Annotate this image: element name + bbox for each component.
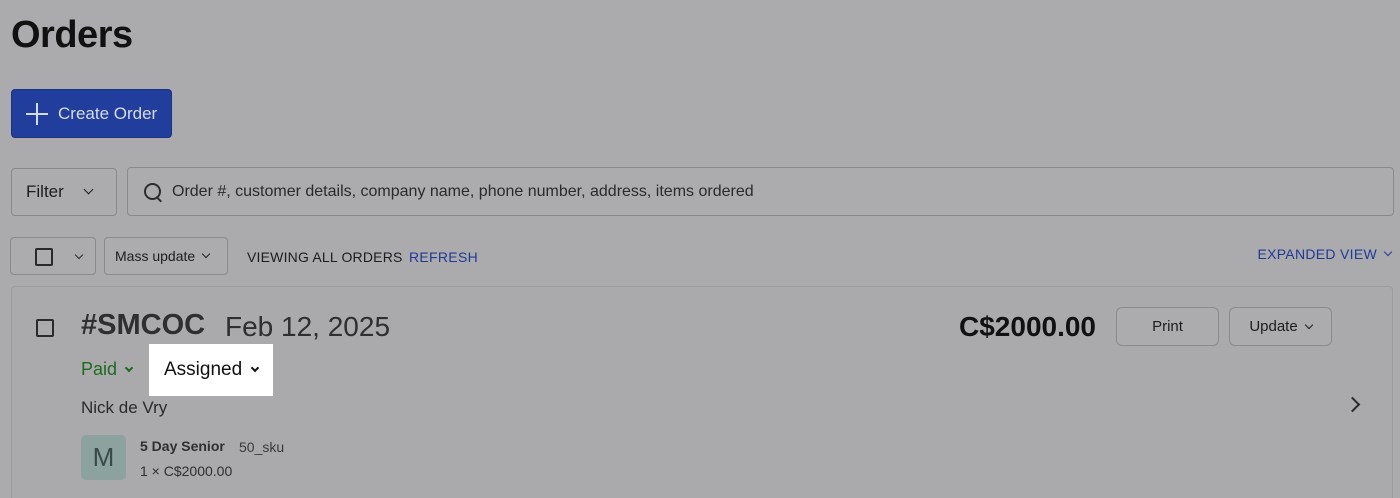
order-total: C$2000.00 bbox=[959, 311, 1097, 342]
viewing-all-orders-label: VIEWING ALL ORDERS bbox=[247, 249, 403, 265]
chevron-down-icon bbox=[83, 184, 94, 195]
search-field[interactable] bbox=[127, 167, 1394, 216]
mass-update-label: Mass update bbox=[115, 248, 196, 264]
order-checkbox[interactable] bbox=[36, 319, 54, 337]
filter-dropdown[interactable]: Filter bbox=[11, 168, 117, 216]
expanded-view-label: EXPANDED VIEW bbox=[1257, 246, 1377, 262]
refresh-link[interactable]: REFRESH bbox=[409, 249, 478, 265]
payment-status-label: Paid bbox=[81, 359, 118, 379]
select-all-dropdown[interactable] bbox=[10, 237, 96, 275]
chevron-down-icon bbox=[1383, 247, 1393, 257]
create-order-button[interactable]: Create Order bbox=[11, 89, 172, 138]
mass-update-button[interactable]: Mass update bbox=[104, 237, 228, 275]
order-card[interactable]: #SMCOC Feb 12, 2025 C$2000.00 Print Upda… bbox=[11, 286, 1393, 498]
expanded-view-toggle[interactable]: EXPANDED VIEW bbox=[1257, 246, 1393, 262]
search-icon bbox=[142, 181, 164, 203]
item-avatar: M bbox=[81, 435, 126, 480]
search-input[interactable] bbox=[172, 182, 1372, 201]
update-label: Update bbox=[1249, 318, 1298, 335]
fulfillment-status-dropdown[interactable]: Assigned bbox=[149, 344, 273, 396]
chevron-down-icon bbox=[201, 249, 211, 259]
create-order-label: Create Order bbox=[58, 103, 158, 123]
order-date: Feb 12, 2025 bbox=[225, 311, 391, 342]
chevron-down-icon[interactable] bbox=[74, 250, 84, 260]
filter-label: Filter bbox=[26, 182, 64, 201]
print-label: Print bbox=[1152, 318, 1183, 335]
item-quantity-price: 1 × C$2000.00 bbox=[140, 463, 233, 479]
item-sku: 50_sku bbox=[239, 439, 285, 455]
plus-icon bbox=[26, 102, 48, 125]
customer-name: Nick de Vry bbox=[81, 398, 168, 417]
print-button[interactable]: Print bbox=[1116, 307, 1219, 346]
item-name: 5 Day Senior bbox=[140, 438, 225, 454]
fulfillment-status-label: Assigned bbox=[164, 359, 243, 380]
chevron-right-icon[interactable] bbox=[1344, 396, 1361, 413]
order-id[interactable]: #SMCOC bbox=[81, 309, 205, 342]
chevron-down-icon bbox=[124, 363, 134, 372]
chevron-down-icon bbox=[250, 363, 260, 373]
update-button[interactable]: Update bbox=[1229, 307, 1332, 346]
checkbox-icon[interactable] bbox=[35, 248, 53, 266]
page-title: Orders bbox=[11, 14, 133, 56]
chevron-down-icon bbox=[1304, 320, 1313, 329]
payment-status-dropdown[interactable]: Paid bbox=[81, 359, 134, 380]
